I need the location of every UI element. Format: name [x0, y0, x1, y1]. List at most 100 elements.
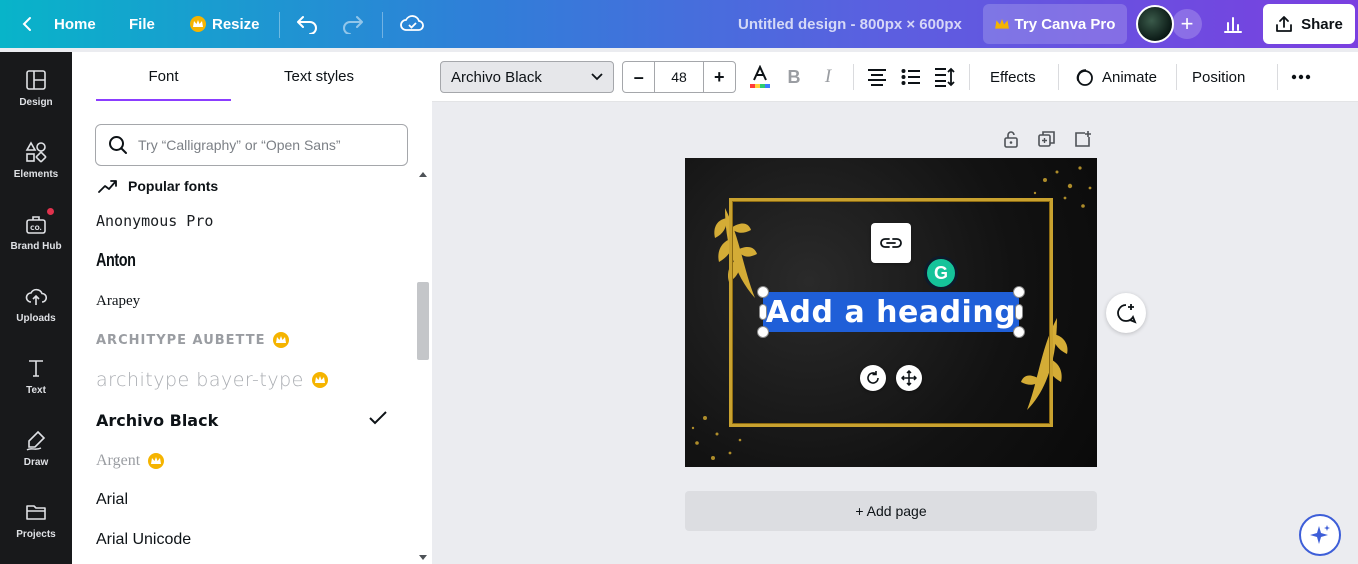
- chevron-left-icon: [22, 17, 31, 31]
- redo-button[interactable]: [342, 0, 364, 48]
- crown-icon: [190, 16, 206, 32]
- tab-font[interactable]: Font: [96, 52, 231, 100]
- font-item-arapey[interactable]: Arapey: [96, 283, 406, 319]
- rail-label: Projects: [16, 528, 56, 540]
- font-item-architype-aubette[interactable]: ARCHITYPE AUBETTE: [96, 322, 406, 358]
- resize-handle-top-left[interactable]: [757, 286, 769, 298]
- resize-handle-right[interactable]: [1015, 304, 1023, 320]
- list-button[interactable]: [899, 65, 923, 89]
- document-title[interactable]: Untitled design - 800px × 600px: [738, 0, 962, 48]
- bold-icon: B: [787, 66, 801, 87]
- font-item-architype-bayer-type[interactable]: architype bayer-type: [96, 362, 406, 398]
- panel-tabs: Font Text styles: [72, 52, 432, 102]
- font-name: architype bayer-type: [96, 369, 304, 391]
- redo-icon: [343, 16, 363, 34]
- font-search-input[interactable]: [138, 137, 398, 153]
- scrollbar-thumb[interactable]: [417, 282, 429, 360]
- resize-button[interactable]: Resize: [190, 0, 260, 48]
- rail-label: Text: [26, 384, 46, 396]
- move-button[interactable]: [896, 365, 922, 391]
- divider: [1058, 64, 1059, 90]
- insights-button[interactable]: [1215, 10, 1251, 38]
- rail-item-brand-hub[interactable]: CO. Brand Hub: [0, 200, 72, 264]
- font-family-dropdown[interactable]: Archivo Black: [440, 61, 614, 93]
- magic-assistant-button[interactable]: [1299, 514, 1341, 556]
- font-name: Arial: [96, 491, 129, 508]
- divider: [1277, 64, 1278, 90]
- link-button[interactable]: [871, 223, 911, 263]
- scroll-down-arrow-icon[interactable]: [419, 555, 427, 560]
- resize-handle-bottom-left[interactable]: [757, 326, 769, 338]
- move-icon: [901, 370, 917, 386]
- share-button[interactable]: Share: [1263, 4, 1355, 44]
- resize-handle-left[interactable]: [759, 304, 767, 320]
- resize-handle-top-right[interactable]: [1013, 286, 1025, 298]
- rail-item-design[interactable]: Design: [0, 56, 72, 120]
- grammarly-icon[interactable]: G: [924, 256, 958, 290]
- bold-button[interactable]: B: [782, 65, 806, 89]
- italic-button[interactable]: I: [816, 65, 840, 89]
- rail-item-uploads[interactable]: Uploads: [0, 272, 72, 336]
- rotate-button[interactable]: [860, 365, 886, 391]
- add-comment-button[interactable]: [1106, 293, 1146, 333]
- font-item-archivo-black[interactable]: Archivo Black: [96, 402, 406, 438]
- font-name: Arapey: [96, 292, 141, 309]
- duplicate-page-button[interactable]: [1036, 128, 1058, 150]
- font-list-scrollbar[interactable]: [417, 170, 432, 564]
- crown-icon: [311, 372, 328, 388]
- rail-label: Elements: [13, 168, 59, 180]
- rail-label: Draw: [23, 456, 49, 468]
- font-item-anonymous-pro[interactable]: Anonymous Pro: [96, 203, 406, 239]
- home-button[interactable]: Home: [20, 0, 96, 48]
- add-page-icon: [1075, 131, 1091, 147]
- avatar[interactable]: [1136, 5, 1174, 43]
- animate-button[interactable]: Animate: [1074, 52, 1157, 102]
- plus-icon: +: [1180, 11, 1194, 36]
- heading-text-element[interactable]: Add a heading: [763, 292, 1019, 332]
- resize-label: Resize: [212, 15, 260, 33]
- font-size-value[interactable]: 48: [654, 62, 704, 92]
- line-spacing-icon: [935, 67, 955, 87]
- effects-button[interactable]: Effects: [990, 52, 1036, 102]
- font-name: Argent: [96, 452, 141, 469]
- align-center-button[interactable]: [865, 65, 889, 89]
- pen-icon: [26, 430, 46, 451]
- font-item-argent[interactable]: Argent: [96, 443, 406, 479]
- font-family-value: Archivo Black: [451, 68, 542, 86]
- rail-item-text[interactable]: Text: [0, 344, 72, 408]
- position-button[interactable]: Position: [1192, 52, 1245, 102]
- rail-item-elements[interactable]: Elements: [0, 128, 72, 192]
- trending-up-icon: [98, 180, 117, 193]
- add-collaborator-button[interactable]: +: [1172, 9, 1202, 39]
- svg-text:CO.: CO.: [30, 225, 42, 232]
- add-page-button[interactable]: + Add page: [685, 491, 1097, 531]
- rail-item-projects[interactable]: Projects: [0, 488, 72, 552]
- decrease-font-size-button[interactable]: –: [623, 62, 654, 92]
- scroll-up-arrow-icon[interactable]: [419, 172, 427, 177]
- effects-label: Effects: [990, 68, 1036, 86]
- undo-button[interactable]: [296, 0, 318, 48]
- lock-page-button[interactable]: [1000, 128, 1022, 150]
- more-options-button[interactable]: [1289, 65, 1313, 89]
- file-menu-button[interactable]: File: [129, 0, 155, 48]
- font-panel: Font Text styles Popular fonts Anonymous…: [72, 52, 432, 564]
- spacing-button[interactable]: [933, 65, 957, 89]
- text-icon: [29, 359, 43, 377]
- try-canva-pro-button[interactable]: Try Canva Pro: [983, 4, 1127, 44]
- undo-icon: [297, 16, 317, 34]
- increase-font-size-button[interactable]: +: [704, 62, 735, 92]
- left-rail: Design Elements CO. Brand Hub Uploads Te…: [0, 52, 72, 564]
- font-item-arial-unicode[interactable]: Arial Unicode: [96, 522, 406, 558]
- bulleted-list-icon: [901, 69, 920, 85]
- add-page-icon-button[interactable]: [1072, 128, 1094, 150]
- comment-add-icon: [1117, 304, 1137, 324]
- font-item-anton[interactable]: Anton: [96, 242, 406, 278]
- resize-handle-bottom-right[interactable]: [1013, 326, 1025, 338]
- home-label: Home: [54, 15, 96, 33]
- save-status-button[interactable]: [400, 0, 424, 48]
- text-color-button[interactable]: [748, 65, 772, 89]
- rail-item-draw[interactable]: Draw: [0, 416, 72, 480]
- active-tab-indicator: [96, 99, 231, 101]
- tab-text-styles[interactable]: Text styles: [250, 52, 388, 100]
- font-item-arial[interactable]: Arial: [96, 482, 406, 518]
